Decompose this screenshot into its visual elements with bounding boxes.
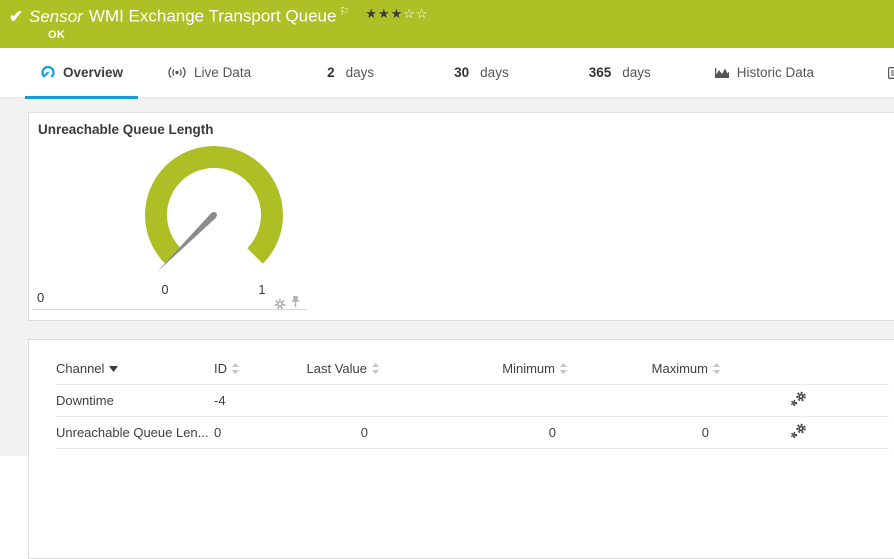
channel-name-cell: Downtime bbox=[56, 384, 214, 416]
column-header-actions bbox=[720, 354, 889, 384]
mini-gauge-line bbox=[33, 309, 307, 310]
content-area: Unreachable Queue Length 0 1 0 bbox=[0, 99, 894, 456]
flag-icon[interactable]: ⚐ bbox=[339, 6, 349, 18]
gauge-title: Unreachable Queue Length bbox=[38, 122, 214, 137]
table-row: Unreachable Queue Len... 0 0 0 0 bbox=[56, 416, 889, 448]
table-header-row: Channel ID Last Value Minimum Maximum bbox=[56, 354, 889, 384]
channel-table: Channel ID Last Value Minimum Maximum bbox=[56, 354, 889, 449]
star-empty-icons: ☆☆ bbox=[403, 6, 428, 21]
minimum-cell: 0 bbox=[379, 416, 567, 448]
id-cell: 0 bbox=[214, 416, 302, 448]
sort-desc-icon bbox=[109, 366, 118, 372]
sort-both-icon bbox=[713, 363, 720, 374]
sensor-status-banner: ✔ Sensor WMI Exchange Transport Queue⚐ ★★★… bbox=[0, 0, 894, 48]
maximum-cell bbox=[567, 384, 720, 416]
tab-live-data[interactable]: Live Data bbox=[152, 48, 266, 97]
column-label: Minimum bbox=[502, 361, 555, 376]
tab-label: Live Data bbox=[194, 65, 251, 80]
sort-both-icon bbox=[232, 363, 239, 374]
secondary-channel-value: 0 bbox=[37, 290, 44, 305]
tab-number: 30 bbox=[454, 65, 469, 80]
check-icon: ✔ bbox=[9, 7, 23, 27]
tab-unit: days bbox=[622, 65, 651, 80]
gauge-icon bbox=[40, 65, 56, 81]
channel-table-panel: Channel ID Last Value Minimum Maximum bbox=[28, 339, 894, 559]
column-header-minimum[interactable]: Minimum bbox=[379, 354, 567, 384]
channel-settings-gear-icon[interactable] bbox=[790, 423, 807, 439]
last-value-cell bbox=[302, 384, 379, 416]
log-list-icon bbox=[888, 67, 894, 79]
tab-30-days[interactable]: 30 days bbox=[439, 48, 524, 97]
gauge-scale-max: 1 bbox=[256, 283, 268, 297]
priority-stars[interactable]: ★★★☆☆ bbox=[365, 6, 428, 21]
column-label: Channel bbox=[56, 361, 104, 376]
tab-label: Overview bbox=[63, 65, 123, 80]
table-row: Downtime -4 bbox=[56, 384, 889, 416]
gauge-chart bbox=[129, 140, 299, 310]
channel-name-cell: Unreachable Queue Len... bbox=[56, 416, 214, 448]
column-header-id[interactable]: ID bbox=[214, 354, 302, 384]
tab-label: Historic Data bbox=[737, 65, 814, 80]
column-header-maximum[interactable]: Maximum bbox=[567, 354, 720, 384]
page-title: WMI Exchange Transport Queue bbox=[89, 7, 337, 26]
area-chart-icon bbox=[714, 66, 730, 79]
tab-unit: days bbox=[480, 65, 509, 80]
channel-settings-gear-icon[interactable] bbox=[790, 391, 807, 407]
column-label: Maximum bbox=[652, 361, 708, 376]
tab-unit: days bbox=[346, 65, 375, 80]
maximum-cell: 0 bbox=[567, 416, 720, 448]
broadcast-icon bbox=[167, 66, 187, 79]
column-header-last-value[interactable]: Last Value bbox=[302, 354, 379, 384]
status-badge: OK bbox=[48, 29, 65, 41]
tab-log[interactable]: Log bbox=[873, 48, 894, 97]
star-filled-icons: ★★★ bbox=[365, 6, 403, 21]
pin-icon[interactable] bbox=[290, 295, 301, 313]
gauge-scale-min: 0 bbox=[159, 283, 171, 297]
gauge-gear-icon[interactable] bbox=[274, 297, 286, 315]
object-kind-label: Sensor bbox=[29, 7, 83, 26]
sort-both-icon bbox=[560, 363, 567, 374]
tab-365-days[interactable]: 365 days bbox=[574, 48, 666, 97]
tab-2-days[interactable]: 2 days bbox=[312, 48, 389, 97]
gauge-panel: Unreachable Queue Length 0 1 0 bbox=[28, 112, 894, 321]
tab-bar: Overview Live Data 2days 30days 365days … bbox=[0, 48, 894, 99]
tab-number: 2 bbox=[327, 65, 335, 80]
minimum-cell bbox=[379, 384, 567, 416]
sort-both-icon bbox=[372, 363, 379, 374]
tab-number: 365 bbox=[589, 65, 612, 80]
column-header-channel[interactable]: Channel bbox=[56, 354, 214, 384]
column-label: ID bbox=[214, 361, 227, 376]
last-value-cell: 0 bbox=[302, 416, 379, 448]
column-label: Last Value bbox=[307, 361, 367, 376]
tab-historic-data[interactable]: Historic Data bbox=[699, 48, 829, 97]
tab-overview[interactable]: Overview bbox=[25, 48, 138, 97]
id-cell: -4 bbox=[214, 384, 302, 416]
